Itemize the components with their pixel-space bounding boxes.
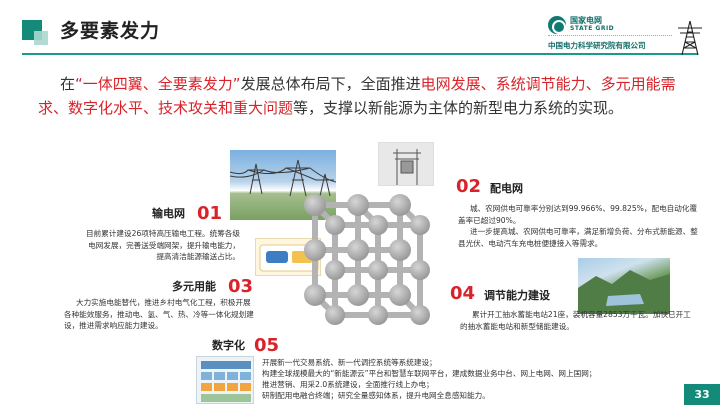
section-transmission-number: 01 <box>197 203 223 224</box>
pumped-storage-photo <box>578 258 670 314</box>
digital-system-diagram <box>196 356 254 404</box>
institute-name: 中国电力科学研究院有限公司 <box>548 41 646 50</box>
logo-divider <box>548 35 672 37</box>
lattice-diagram <box>304 194 430 325</box>
section-regulation-number: 04 <box>450 283 476 304</box>
transmission-tower-icon <box>678 20 702 56</box>
section-digital-text-3: 推进营销、用采2.0系统建设，全面推行线上办电； <box>262 380 434 389</box>
section-digital-text-2: 构建全球规模最大的“新能源云”平台和智慧车联网平台，建成数据业务中台、网上电网、… <box>262 369 597 378</box>
section-energy-use-title: 多元用能 <box>172 280 216 293</box>
section-distribution-title: 配电网 <box>490 182 523 195</box>
section-regulation-title: 调节能力建设 <box>484 289 550 302</box>
section-transmission-text: 目前累计建设26项特高压输电工程。统筹各级电网发展，完善送受端网架，提升输电能力… <box>86 229 240 261</box>
intro-paragraph: 在“一体四翼、全要素发力”发展总体布局下，全面推进电网发展、系统调节能力、多元用… <box>38 72 698 120</box>
section-distribution-text-1: 城、农网供电可靠率分别达到99.966%、99.825%，配电自动化覆盖率已超过… <box>458 204 698 225</box>
intro-highlight-1: “一体四翼、全要素发力” <box>75 75 241 93</box>
section-digital-text-1: 开展新一代交易系统、新一代调控系统等系统建设； <box>262 358 437 367</box>
section-digital-number: 05 <box>254 335 280 356</box>
intro-text-1: 在 <box>60 75 76 93</box>
section-distribution-text-2: 进一步提高城、农网供电可靠率，满足新增负荷、分布式新能源、整县光伏、电动汽车充电… <box>458 227 698 248</box>
page-title: 多要素发力 <box>60 20 161 42</box>
section-regulation-text: 累计开工抽水蓄能电站21座，装机容量2853万千瓦。加快已开工的抽水蓄能电站和新… <box>460 310 691 331</box>
section-digital-text-4: 研制配用电融合终端；研究全量感知体系，提升电网全息感知能力。 <box>262 391 490 400</box>
logo-name-en: STATE GRID <box>570 25 615 32</box>
page-number-badge: 33 <box>684 384 720 405</box>
header-divider <box>22 53 698 55</box>
section-distribution-number: 02 <box>456 176 482 197</box>
state-grid-logo: 国家电网 STATE GRID 中国电力科学研究院有限公司 <box>548 14 674 52</box>
state-grid-logo-icon <box>548 16 566 34</box>
section-energy-use-number: 03 <box>228 276 254 297</box>
section-energy-use-text: 大力实施电能替代，推进乡村电气化工程，积极开展各种能效服务，推动电、氢、气、热、… <box>64 298 254 330</box>
header-accent-square-light <box>34 31 48 45</box>
section-transmission-title: 输电网 <box>152 207 185 220</box>
lattice-node-icon <box>304 194 326 216</box>
intro-text-3: 等，支撑以新能源为主体的新型电力系统的实现。 <box>293 99 624 117</box>
intro-text-2: 发展总体布局下，全面推进 <box>240 75 421 93</box>
section-digital-title: 数字化 <box>212 339 245 352</box>
